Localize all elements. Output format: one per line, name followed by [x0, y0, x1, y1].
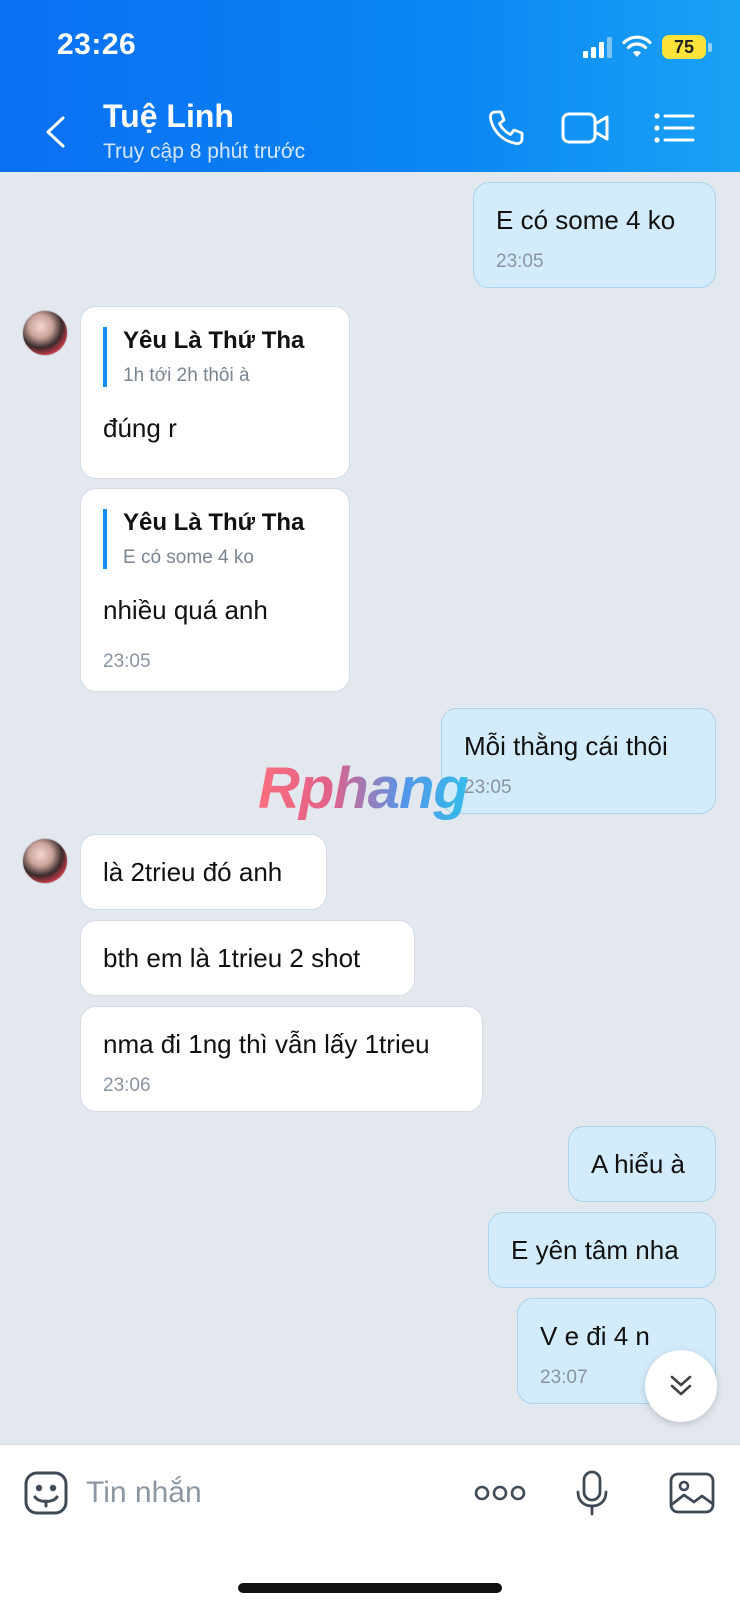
message-text: E yên tâm nha [511, 1235, 679, 1265]
image-icon [669, 1472, 715, 1514]
message-time: 23:07 [540, 1367, 588, 1388]
message-incoming[interactable]: nma đi 1ng thì vẫn lấy 1trieu 23:06 [80, 1006, 483, 1112]
scroll-to-bottom-button[interactable] [645, 1350, 717, 1422]
back-button[interactable] [38, 110, 72, 154]
send-image-button[interactable] [666, 1467, 718, 1519]
message-outgoing[interactable]: A hiểu à [568, 1126, 716, 1202]
message-input[interactable] [86, 1469, 446, 1517]
battery-nub [708, 42, 712, 52]
quoted-author: Yêu Là Thứ Tha [123, 327, 305, 354]
avatar[interactable] [22, 838, 68, 884]
message-text: E có some 4 ko [496, 205, 676, 235]
battery-level: 75 [673, 36, 695, 57]
message-incoming[interactable]: là 2trieu đó anh [80, 834, 327, 910]
message-text: nhiều quá anh [103, 595, 268, 625]
more-options-button[interactable] [474, 1467, 526, 1519]
double-chevron-down-icon [670, 1375, 692, 1396]
quoted-text: 1h tới 2h thôi à [123, 365, 250, 386]
message-time: 23:05 [464, 777, 512, 798]
home-indicator [238, 1583, 502, 1593]
phone-icon [489, 110, 524, 145]
message-time: 23:05 [103, 651, 151, 672]
status-indicators: 75 [583, 32, 712, 62]
video-camera-icon [561, 112, 609, 144]
message-outgoing[interactable]: E yên tâm nha [488, 1212, 716, 1288]
message-composer [0, 1444, 740, 1600]
chevron-left-icon [46, 116, 65, 148]
quoted-author: Yêu Là Thứ Tha [123, 509, 305, 536]
chat-header: 23:26 75 Tuệ Linh Truy cập 8 phút trước [0, 0, 740, 172]
message-text: A hiểu à [591, 1149, 685, 1179]
message-text: V e đi 4 n [540, 1321, 650, 1351]
voice-message-button[interactable] [566, 1467, 618, 1519]
message-text: Mỗi thằng cái thôi [464, 731, 668, 761]
voice-call-button[interactable] [480, 106, 532, 150]
more-dots-icon [474, 1485, 526, 1501]
message-text: là 2trieu đó anh [103, 857, 283, 887]
video-call-button[interactable] [560, 106, 612, 150]
wifi-icon [622, 35, 652, 57]
quoted-message[interactable]: Yêu Là Thứ Tha 1h tới 2h thôi à [103, 327, 304, 387]
status-time: 23:26 [57, 28, 137, 61]
message-outgoing[interactable]: Mỗi thằng cái thôi 23:05 [441, 708, 716, 814]
quoted-message[interactable]: Yêu Là Thứ Tha E có some 4 ko [103, 509, 304, 569]
message-list[interactable]: E có some 4 ko 23:05 Yêu Là Thứ Tha 1h t… [0, 172, 740, 1444]
cellular-signal-icon [583, 36, 612, 58]
message-incoming-reply[interactable]: Yêu Là Thứ Tha E có some 4 ko nhiều quá … [80, 488, 350, 692]
contact-last-seen: Truy cập 8 phút trước [103, 140, 306, 163]
message-text: bth em là 1trieu 2 shot [103, 943, 361, 973]
message-text: đúng r [103, 413, 177, 443]
message-incoming-reply[interactable]: Yêu Là Thứ Tha 1h tới 2h thôi à đúng r [80, 306, 350, 479]
message-time: 23:06 [103, 1075, 151, 1096]
sticker-icon [24, 1471, 68, 1515]
message-time: 23:05 [496, 251, 544, 272]
message-incoming[interactable]: bth em là 1trieu 2 shot [80, 920, 415, 996]
microphone-icon [576, 1470, 608, 1516]
avatar[interactable] [22, 310, 68, 356]
contact-name[interactable]: Tuệ Linh [103, 98, 234, 135]
message-text: nma đi 1ng thì vẫn lấy 1trieu [103, 1029, 430, 1059]
battery-indicator: 75 [662, 35, 706, 59]
sticker-button[interactable] [20, 1467, 72, 1519]
list-menu-icon [654, 113, 695, 143]
quoted-text: E có some 4 ko [123, 547, 254, 568]
chat-options-button[interactable] [648, 106, 700, 150]
message-outgoing[interactable]: E có some 4 ko 23:05 [473, 182, 716, 288]
